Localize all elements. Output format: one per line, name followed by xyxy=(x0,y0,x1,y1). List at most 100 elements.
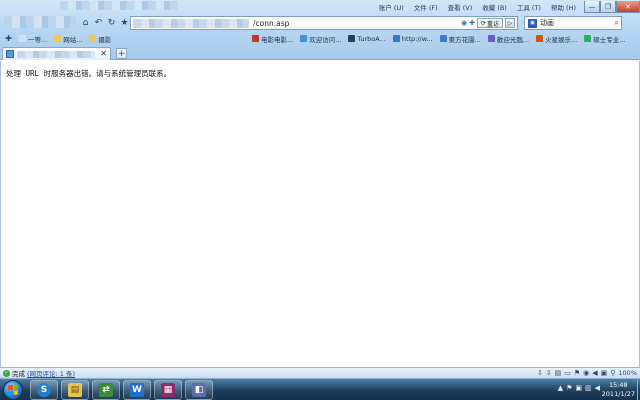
clock[interactable]: 15:48 2011/1/27 xyxy=(602,381,635,399)
cloud-icon xyxy=(19,35,26,42)
security-icon[interactable]: ✚ xyxy=(469,19,475,27)
left-fav-item[interactable]: 摄影 xyxy=(87,34,113,44)
maximize-button[interactable]: ❐ xyxy=(600,1,616,13)
menu-account[interactable]: 账户 (U) xyxy=(374,2,409,12)
flag-icon[interactable]: ⚑ xyxy=(566,384,572,392)
browser-chrome: 账户 (U) 文件 (F) 查看 (V) 收藏 (B) 工具 (T) 帮助 (H… xyxy=(0,0,640,60)
taskbar-browser[interactable]: S xyxy=(30,380,58,400)
favorite-item[interactable]: 硕士专业... xyxy=(582,34,627,44)
new-tab-button[interactable]: + xyxy=(116,48,127,59)
menu-help[interactable]: 帮助 (H) xyxy=(546,2,581,12)
status-bar: ✓ 完成 (网页评论: 1 条) ⇩ ⇩ ▤ ▭ ⚑ ◉ ◀ ▣ ⚲ 100% xyxy=(0,367,640,378)
menu-view[interactable]: 查看 (V) xyxy=(443,2,478,12)
search-box[interactable]: ▣ 动画 ⌕ xyxy=(524,16,622,30)
taskbar: S ▤ ⇄ W ▦ ◧ ▲ ⚑ ▣ ▥ ◀ 15:48 2011/1/27 xyxy=(0,378,640,400)
windows-logo-icon xyxy=(8,384,18,396)
play-icon xyxy=(252,35,259,42)
popup-block-icon[interactable]: ▤ xyxy=(555,369,562,377)
browser-app-icon: S xyxy=(37,383,51,397)
page-icon xyxy=(348,35,356,42)
favorite-item[interactable]: 東方花園... xyxy=(438,34,483,44)
taskbar-app6[interactable]: ◧ xyxy=(185,380,213,400)
error-message: 处理 URL 时服务器出错。请与系统管理员联系。 xyxy=(6,69,172,78)
word-app-icon: W xyxy=(130,383,144,397)
window-icon[interactable]: ▭ xyxy=(564,369,571,377)
status-tools: ⇩ ⇩ ▤ ▭ ⚑ ◉ ◀ ▣ ⚲ 100% xyxy=(537,369,637,377)
left-fav-item[interactable]: 网站... xyxy=(52,34,84,44)
go-button[interactable]: ⟳ 重访 xyxy=(476,18,503,28)
address-bar[interactable]: /conn.asp ◉ ✚ ⟳ 重访 ▷ xyxy=(130,16,518,30)
add-favorite-icon[interactable]: ✚ xyxy=(3,33,14,44)
close-window-button[interactable]: ✕ xyxy=(616,1,640,13)
menu-favorites[interactable]: 收藏 (B) xyxy=(477,2,512,12)
ie-mode-icon[interactable]: ◉ xyxy=(461,19,467,27)
url-blurred xyxy=(133,19,249,28)
home-icon[interactable]: ⌂ xyxy=(80,17,91,28)
page-icon xyxy=(300,35,308,42)
download-icon[interactable]: ⇩ xyxy=(546,369,552,377)
tab-current[interactable]: ✕ xyxy=(2,47,111,60)
tab-strip: ✕ + xyxy=(0,46,640,60)
download-icon[interactable]: ⇩ xyxy=(537,369,543,377)
page-favicon-icon xyxy=(6,50,14,58)
tray-expand-icon[interactable]: ▲ xyxy=(558,384,563,392)
volume-icon[interactable]: ◀ xyxy=(595,384,600,392)
speaker-icon[interactable]: ◀ xyxy=(592,369,597,377)
favorite-item[interactable]: http://w... xyxy=(391,35,435,43)
star-icon xyxy=(584,35,592,42)
flag-icon[interactable]: ⚑ xyxy=(574,369,580,377)
page-icon xyxy=(487,35,495,42)
search-input[interactable]: 动画 xyxy=(540,18,554,28)
ftp-app-icon: ⇄ xyxy=(99,383,113,397)
status-text: 完成 xyxy=(12,370,25,378)
eye-icon[interactable]: ◉ xyxy=(583,369,589,377)
nav-buttons: ⌂ ↶ ↻ ★ xyxy=(80,17,130,28)
page-content: 处理 URL 时服务器出错。请与系统管理员联系。 xyxy=(0,61,640,367)
back-icon[interactable]: ↶ xyxy=(93,17,104,28)
toolbar-blurred xyxy=(4,16,76,28)
clock-time: 15:48 xyxy=(608,381,628,389)
refresh-icon[interactable]: ↻ xyxy=(106,17,117,28)
network-icon[interactable]: ▥ xyxy=(585,384,592,392)
favorite-item[interactable]: 火星娱乐... xyxy=(534,34,579,44)
network-app-icon: ◧ xyxy=(192,383,206,397)
menu-tools[interactable]: 工具 (T) xyxy=(512,2,546,12)
tab-title-blurred xyxy=(17,50,95,58)
search-icon[interactable]: ⌕ xyxy=(615,18,619,28)
clock-date: 2011/1/27 xyxy=(601,390,635,398)
zoom-level[interactable]: 100% xyxy=(618,369,637,377)
favorite-item[interactable]: TurboA... xyxy=(346,35,387,43)
menu-bar: 账户 (U) 文件 (F) 查看 (V) 收藏 (B) 工具 (T) 帮助 (H… xyxy=(374,0,640,14)
taskbar-archive[interactable]: ▦ xyxy=(154,380,182,400)
url-text: /conn.asp xyxy=(253,19,290,28)
zoom-icon[interactable]: ⚲ xyxy=(610,369,615,377)
page-icon xyxy=(439,35,447,42)
mars-icon xyxy=(536,35,544,42)
done-check-icon: ✓ xyxy=(3,369,10,377)
folder-app-icon: ▤ xyxy=(68,383,82,397)
search-engine-icon[interactable]: ▣ xyxy=(528,18,537,28)
favorite-item[interactable]: 欢迎访问... xyxy=(298,34,343,44)
window-title-blurred xyxy=(60,1,180,10)
page-comments-link[interactable]: (网页评论: 1 条) xyxy=(27,368,75,378)
start-button[interactable] xyxy=(3,380,23,400)
close-tab-icon[interactable]: ✕ xyxy=(100,49,107,58)
favorites-bar: 电影电影... 欢迎访问... TurboA... http://w... 東方… xyxy=(250,32,627,45)
forward-icon[interactable]: ▷ xyxy=(505,18,515,28)
left-fav-item[interactable]: 一等... xyxy=(17,34,49,44)
screen-icon[interactable]: ▣ xyxy=(601,369,608,377)
favorite-star-icon[interactable]: ★ xyxy=(119,17,130,28)
page-icon xyxy=(392,35,400,42)
system-tray: ▲ ⚑ ▣ ▥ ◀ xyxy=(558,384,600,392)
menu-file[interactable]: 文件 (F) xyxy=(409,2,443,12)
folder-icon xyxy=(89,35,97,42)
favorite-item[interactable]: 电影电影... xyxy=(250,34,295,44)
taskbar-explorer[interactable]: ▤ xyxy=(61,380,89,400)
minimize-button[interactable]: — xyxy=(584,1,600,13)
taskbar-app3[interactable]: ⇄ xyxy=(92,380,120,400)
go-icon: ⟳ xyxy=(480,19,486,27)
favorite-item[interactable]: 歡迎光臨... xyxy=(486,34,531,44)
winrar-app-icon: ▦ xyxy=(161,383,175,397)
taskbar-word[interactable]: W xyxy=(123,380,151,400)
tray-app-icon[interactable]: ▣ xyxy=(575,384,582,392)
